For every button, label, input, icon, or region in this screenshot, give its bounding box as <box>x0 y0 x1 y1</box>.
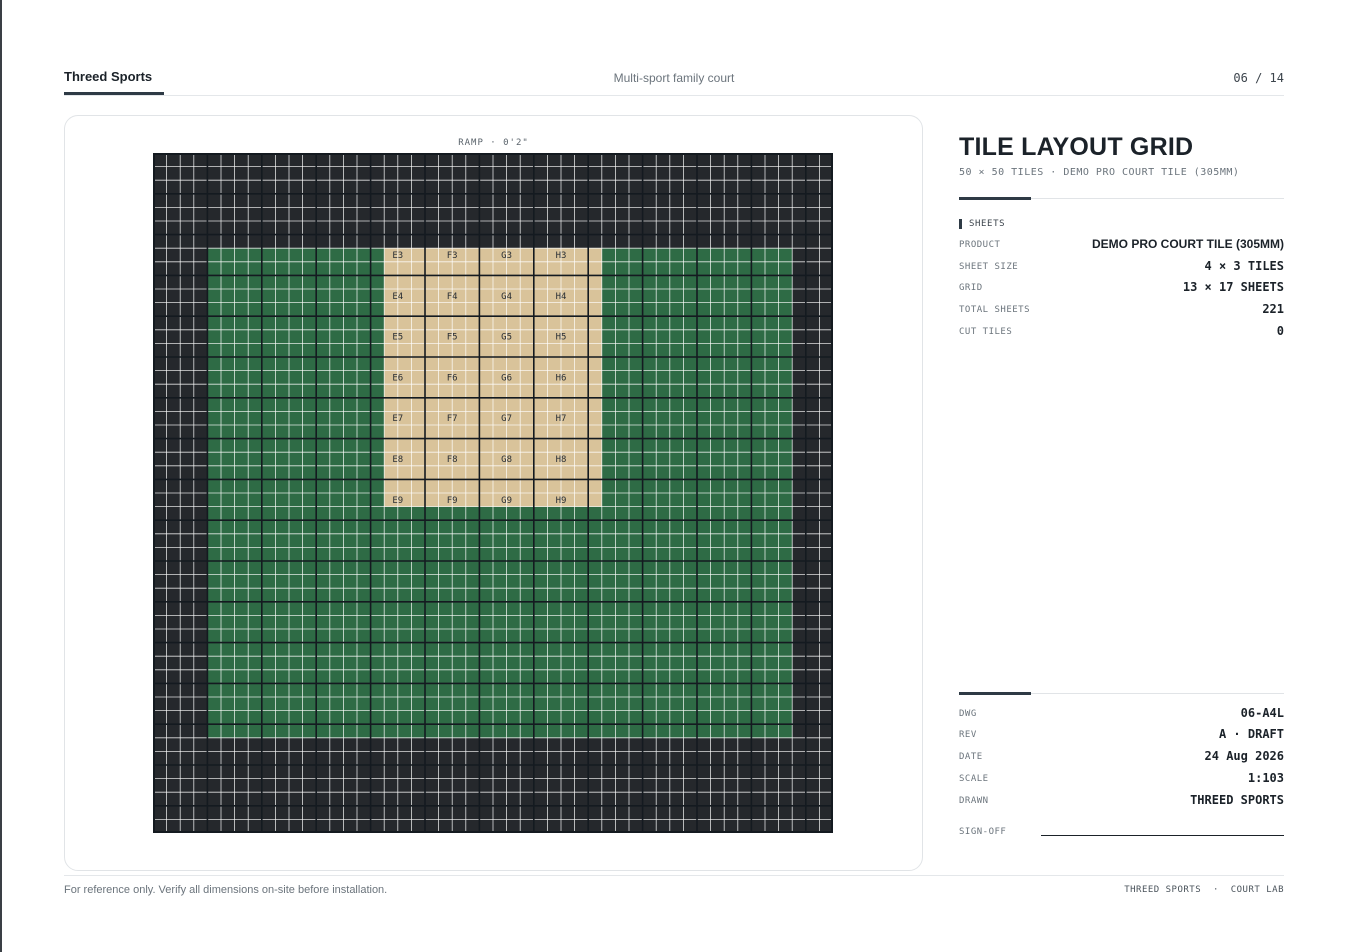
title-block-value: THREED SPORTS <box>1190 793 1284 807</box>
title-block-key: DWG <box>959 709 977 719</box>
spec-key: CUT TILES <box>959 327 1013 337</box>
sheet-label-h8: H8 <box>556 455 567 465</box>
top-bar: Threed Sports Multi-sport family court 0… <box>64 68 1284 96</box>
spec-row-cut-tiles: CUT TILES 0 <box>959 324 1284 340</box>
sheet-label-e6: E6 <box>392 373 403 383</box>
sheet-label-g7: G7 <box>501 414 512 424</box>
spec-row-grid: GRID 13 × 17 SHEETS <box>959 280 1284 296</box>
title-block-row-drawn: DRAWN THREED SPORTS <box>959 793 1284 809</box>
spec-value: 13 × 17 SHEETS <box>1182 280 1284 294</box>
sheet-label-f4: F4 <box>447 292 458 302</box>
sheet-label-g5: G5 <box>501 333 512 343</box>
sheet-label-h4: H4 <box>556 292 567 302</box>
signoff-line[interactable] <box>1041 835 1284 836</box>
spec-key: TOTAL SHEETS <box>959 305 1031 315</box>
sheet-label-g9: G9 <box>501 496 512 506</box>
sheet-label-e3: E3 <box>392 251 403 261</box>
spec-value: 4 × 3 TILES <box>1204 259 1284 273</box>
sheet-label-e9: E9 <box>392 496 403 506</box>
title-block-row-date: DATE 24 Aug 2026 <box>959 749 1284 765</box>
sheet-label-h3: H3 <box>556 251 567 261</box>
sheet-subtitle: 50 × 50 TILES · DEMO PRO COURT TILE (305… <box>959 167 1240 178</box>
sheet-label-h7: H7 <box>556 414 567 424</box>
sheet-label-e5: E5 <box>392 333 403 343</box>
ramp-label: RAMP · 0'2" <box>458 138 529 148</box>
signoff-row: SIGN-OFF <box>959 824 1284 840</box>
window-left-edge <box>0 0 2 952</box>
drawing-panel: RAMP · 0'2" E3 F3 G3 H3 E4 F4 G4 H4 E5 F5 G5 H5 E6 F6… <box>64 115 923 871</box>
footer-credit: THREED SPORTS · COURT LAB <box>1124 885 1284 895</box>
sheet-label-e7: E7 <box>392 414 403 424</box>
title-block-key: DRAWN <box>959 796 989 806</box>
sheet-label-e4: E4 <box>392 292 403 302</box>
brand-underline <box>64 92 164 95</box>
info-sidebar: TILE LAYOUT GRID 50 × 50 TILES · DEMO PR… <box>959 130 1284 850</box>
sheets-section-heading: SHEETS <box>959 219 1005 229</box>
sheet-label-f3: F3 <box>447 251 458 261</box>
title-block-key: SCALE <box>959 774 989 784</box>
spec-value: DEMO PRO COURT TILE (305MM) <box>1091 237 1284 251</box>
footer: For reference only. Verify all dimension… <box>64 875 1284 900</box>
spec-row-total-sheets: TOTAL SHEETS 221 <box>959 302 1284 318</box>
title-block-value: 1:103 <box>1247 771 1284 785</box>
sheet-label-e8: E8 <box>392 455 403 465</box>
signoff-label: SIGN-OFF <box>959 827 1007 837</box>
tile-layout-grid: E3 F3 G3 H3 E4 F4 G4 H4 E5 F5 G5 H5 E6 F6 G6 H6 E7 F7 G7 H7… <box>153 153 833 833</box>
sheet-title: TILE LAYOUT GRID <box>959 133 1194 161</box>
title-block-key: DATE <box>959 752 983 762</box>
spec-key: PRODUCT <box>959 240 1001 250</box>
sheet-label-f6: F6 <box>447 373 458 383</box>
title-divider <box>959 197 1284 200</box>
sheet-label-f8: F8 <box>447 455 458 465</box>
spec-value: 221 <box>1262 302 1284 316</box>
title-block-divider <box>959 692 1284 695</box>
title-block-value: A · DRAFT <box>1218 727 1284 741</box>
sheet-label-h6: H6 <box>556 373 567 383</box>
title-block-row-scale: SCALE 1:103 <box>959 771 1284 787</box>
title-block-value: 24 Aug 2026 <box>1204 749 1284 763</box>
spec-value: 0 <box>1276 324 1284 338</box>
sheet-label-f9: F9 <box>447 496 458 506</box>
sheet-label-f5: F5 <box>447 333 458 343</box>
sheet-label-g8: G8 <box>501 455 512 465</box>
sheet-label-g4: G4 <box>501 292 512 302</box>
spec-key: SHEET SIZE <box>959 262 1019 272</box>
project-subtitle: Multi-sport family court <box>613 71 735 85</box>
spec-key: GRID <box>959 283 983 293</box>
sheet-label-f7: F7 <box>447 414 458 424</box>
title-block-row-dwg: DWG 06-A4L <box>959 706 1284 722</box>
spec-row-product: PRODUCT DEMO PRO COURT TILE (305MM) <box>959 237 1284 253</box>
sheet-label-g6: G6 <box>501 373 512 383</box>
title-block-key: REV <box>959 730 977 740</box>
spec-row-sheet-size: SHEET SIZE 4 × 3 TILES <box>959 259 1284 275</box>
page-indicator: 06 / 14 <box>1233 71 1284 85</box>
title-block-value: 06-A4L <box>1240 706 1284 720</box>
title-block-row-rev: REV A · DRAFT <box>959 727 1284 743</box>
sheet-label-g3: G3 <box>501 251 512 261</box>
footer-disclaimer: For reference only. Verify all dimension… <box>64 884 388 896</box>
sheet-label-h9: H9 <box>556 496 567 506</box>
sheet-label-h5: H5 <box>556 333 567 343</box>
